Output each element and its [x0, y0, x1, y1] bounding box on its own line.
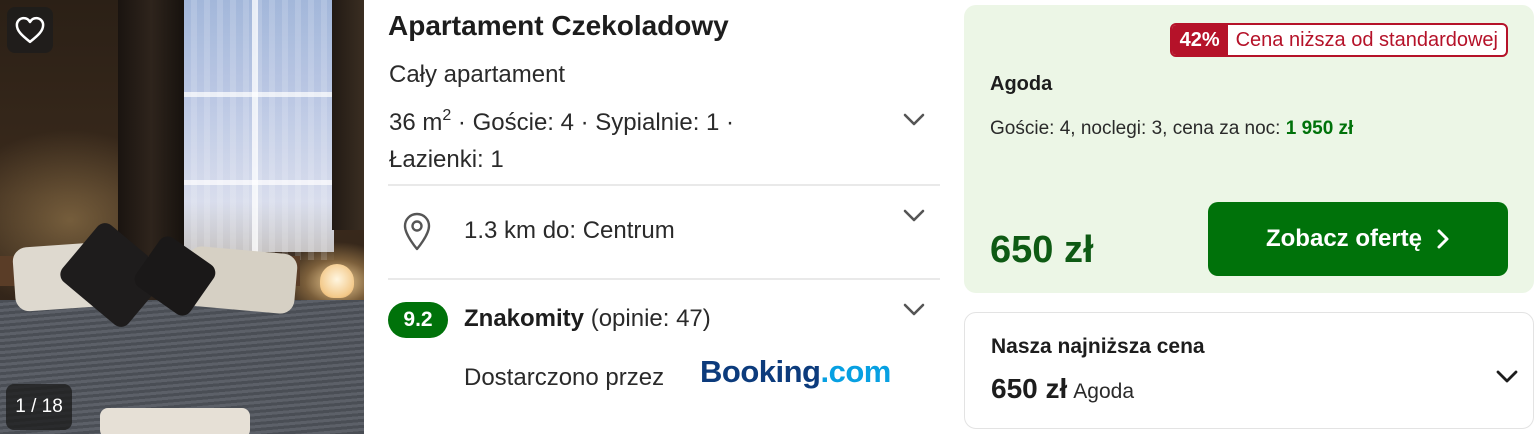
chevron-right-icon: [1437, 229, 1449, 249]
divider: [388, 184, 940, 186]
heart-outline-icon: [15, 16, 45, 44]
logo-part-booking: Booking: [700, 354, 821, 389]
lowest-price-title: Nasza najniższa cena: [991, 335, 1205, 358]
offer-price: 650 zł: [990, 229, 1094, 271]
see-offer-button[interactable]: Zobacz ofertę: [1208, 202, 1508, 276]
photo-counter: 1 / 18: [6, 384, 72, 430]
lowest-price-card[interactable]: Nasza najniższa cena 650 zł Agoda: [964, 312, 1534, 429]
night-price: 1 950 zł: [1285, 118, 1354, 139]
favorite-button[interactable]: [7, 7, 53, 53]
photo-lamp: [320, 264, 354, 298]
photo-sheer-curtain: [178, 0, 334, 260]
stay-info-text: Goście: 4, noclegi: 3, cena za noc:: [990, 118, 1286, 139]
stay-info: Goście: 4, noclegi: 3, cena za noc: 1 95…: [990, 118, 1353, 140]
chevron-down-icon[interactable]: [902, 112, 926, 128]
see-offer-label: Zobacz ofertę: [1265, 225, 1423, 252]
discount-badge: 42% Cena niższa od standardowej: [1169, 23, 1508, 57]
review-count: (opinie: 47): [584, 305, 711, 332]
discount-percent: 42%: [1171, 25, 1228, 55]
rating-word: Znakomity: [464, 305, 585, 332]
divider: [388, 278, 940, 280]
provided-by-label: Dostarczono przez: [464, 364, 665, 391]
chevron-down-icon[interactable]: [1495, 369, 1519, 385]
listing-photo[interactable]: 1 / 18: [0, 0, 364, 434]
best-offer-card: 42% Cena niższa od standardowej Agoda Go…: [964, 5, 1534, 293]
chevron-down-icon[interactable]: [902, 302, 926, 318]
area-value: 36 m: [389, 109, 443, 136]
listing-title[interactable]: Apartament Czekoladowy: [388, 10, 729, 42]
area-exponent: 2: [442, 107, 452, 124]
rating-score-badge: 9.2: [388, 302, 448, 338]
chevron-down-icon[interactable]: [902, 208, 926, 224]
lowest-price-line: 650 zł Agoda: [991, 373, 1134, 405]
property-details: 36 m2 · Goście: 4 · Sypialnie: 1 · Łazie…: [389, 104, 829, 178]
lowest-price-provider: Agoda: [1073, 380, 1135, 403]
lowest-price-value: 650 zł: [991, 373, 1068, 404]
location-pin-icon: [403, 212, 431, 251]
booking-com-logo: Booking.com: [700, 354, 891, 390]
photo-towel: [100, 408, 250, 434]
logo-part-com: .com: [820, 354, 892, 389]
rating-summary[interactable]: Znakomity (opinie: 47): [464, 305, 711, 333]
photo-curtain-right: [332, 0, 364, 230]
distance-to-center: 1.3 km do: Centrum: [464, 217, 675, 244]
offer-provider: Agoda: [990, 73, 1053, 95]
property-type: Cały apartament: [389, 61, 566, 88]
discount-text: Cena niższa od standardowej: [1235, 28, 1498, 51]
